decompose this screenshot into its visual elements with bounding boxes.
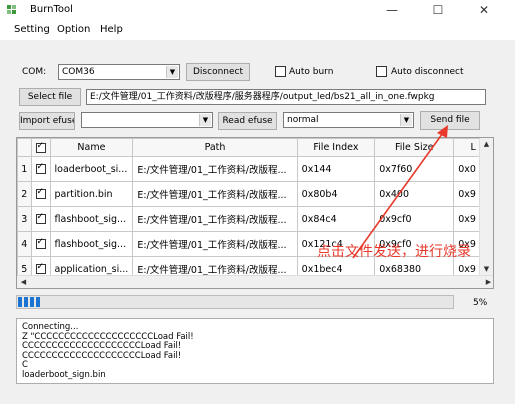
menu-help[interactable]: Help	[100, 24, 123, 35]
row-name: loaderboot_si...	[49, 156, 134, 182]
check-icon	[35, 237, 46, 249]
burn-mode-select[interactable]: normal ▼	[283, 112, 414, 128]
progress-percent: 5%	[473, 298, 488, 308]
row-name: flashboot_sig...	[49, 231, 134, 257]
row-number: 2	[17, 181, 32, 207]
scroll-left-icon[interactable]: ◀	[17, 276, 30, 288]
row-name: flashboot_sig...	[49, 206, 134, 232]
file-path-field[interactable]: E:/文件管理/01_工作资料/改版程序/服务器程序/output_led/bs…	[86, 89, 486, 105]
log-line: CCCCCCCCCCCCCCCCCCCCLoad Fail!	[22, 350, 182, 361]
check-icon	[35, 262, 46, 274]
row-checkbox[interactable]	[30, 206, 51, 232]
check-icon	[35, 162, 46, 174]
table-row[interactable]: 2 partition.bin E:/文件管理/01_工作资料/改版程... 0…	[17, 181, 493, 207]
log-line: loaderboot_sign.bin	[22, 369, 106, 380]
table-row[interactable]: 3 flashboot_sig... E:/文件管理/01_工作资料/改版程..…	[17, 206, 493, 232]
read-efuse-button[interactable]: Read efuse	[218, 112, 277, 130]
row-number: 3	[17, 206, 32, 232]
row-file-size: 0x9cf0	[374, 206, 455, 232]
close-icon[interactable]: ✕	[466, 1, 502, 19]
scroll-right-icon[interactable]: ▶	[482, 276, 493, 288]
row-number: 4	[17, 231, 32, 257]
row-checkbox[interactable]	[30, 156, 51, 182]
table-horizontal-scrollbar[interactable]: ◀ ▶	[17, 275, 493, 288]
select-all-header[interactable]	[30, 138, 51, 157]
auto-burn-label: Auto burn	[289, 67, 334, 77]
window-title: BurnTool	[30, 4, 73, 15]
table-row[interactable]: 1 loaderboot_si... E:/文件管理/01_工作资料/改版程..…	[17, 156, 493, 182]
efuse-select[interactable]: ▼	[81, 112, 213, 128]
chevron-down-icon: ▼	[400, 114, 412, 126]
chevron-down-icon: ▼	[166, 66, 178, 78]
row-path: E:/文件管理/01_工作资料/改版程...	[132, 206, 298, 232]
auto-burn-checkbox[interactable]	[275, 66, 286, 77]
table-vertical-scrollbar[interactable]: ▲ ▼	[479, 138, 493, 276]
menu-setting[interactable]: Setting	[14, 24, 50, 35]
com-label: COM:	[22, 67, 47, 77]
burn-progress-bar	[16, 295, 454, 309]
burn-mode-value: normal	[287, 115, 319, 125]
minimize-icon[interactable]: —	[374, 1, 410, 19]
com-port-select[interactable]: COM36 ▼	[58, 64, 180, 80]
row-file-index: 0x84c4	[296, 206, 376, 232]
maximize-icon[interactable]: ☐	[420, 1, 456, 19]
check-icon	[35, 212, 46, 224]
select-file-button[interactable]: Select file	[19, 88, 81, 106]
app-icon	[7, 5, 16, 14]
menu-option[interactable]: Option	[57, 24, 90, 35]
burntool-window: BurnTool — ☐ ✕ Setting Option Help COM: …	[0, 0, 515, 404]
row-checkbox[interactable]	[30, 231, 51, 257]
row-number: 1	[17, 156, 32, 182]
table-header-row: Name Path File Index File Size L	[17, 138, 493, 157]
disconnect-button[interactable]: Disconnect	[186, 63, 250, 81]
row-path: E:/文件管理/01_工作资料/改版程...	[132, 181, 298, 207]
row-path: E:/文件管理/01_工作资料/改版程...	[132, 231, 298, 257]
row-checkbox[interactable]	[30, 181, 51, 207]
column-header-name[interactable]: Name	[49, 138, 134, 157]
title-bar: BurnTool — ☐ ✕	[0, 0, 515, 20]
row-file-size: 0x7f60	[374, 156, 455, 182]
row-file-size: 0x400	[374, 181, 455, 207]
progress-fill	[18, 297, 40, 307]
file-table: Name Path File Index File Size L 1 loade…	[16, 137, 494, 289]
column-header-file-size[interactable]: File Size	[374, 138, 455, 157]
column-header-file-index[interactable]: File Index	[296, 138, 376, 157]
column-header-path[interactable]: Path	[132, 138, 298, 157]
send-file-button[interactable]: Send file	[420, 111, 480, 130]
annotation-text: 点击文件发送，进行烧录	[317, 244, 471, 260]
menu-bar: Setting Option Help	[0, 20, 515, 40]
auto-disconnect-label: Auto disconnect	[391, 67, 464, 77]
check-icon	[35, 141, 46, 153]
row-file-index: 0x80b4	[296, 181, 376, 207]
row-number-header	[17, 138, 32, 157]
auto-disconnect-checkbox[interactable]	[376, 66, 387, 77]
row-name: partition.bin	[49, 181, 134, 207]
chevron-down-icon: ▼	[199, 114, 211, 126]
row-path: E:/文件管理/01_工作资料/改版程...	[132, 156, 298, 182]
scroll-up-icon[interactable]: ▲	[480, 138, 493, 151]
check-icon	[35, 187, 46, 199]
row-file-index: 0x144	[296, 156, 376, 182]
log-output[interactable]: Connecting... Z "CCCCCCCCCCCCCCCCCCCCLoa…	[16, 318, 494, 384]
com-port-value: COM36	[62, 67, 95, 77]
import-efuse-button[interactable]: Import efuse	[19, 112, 75, 130]
